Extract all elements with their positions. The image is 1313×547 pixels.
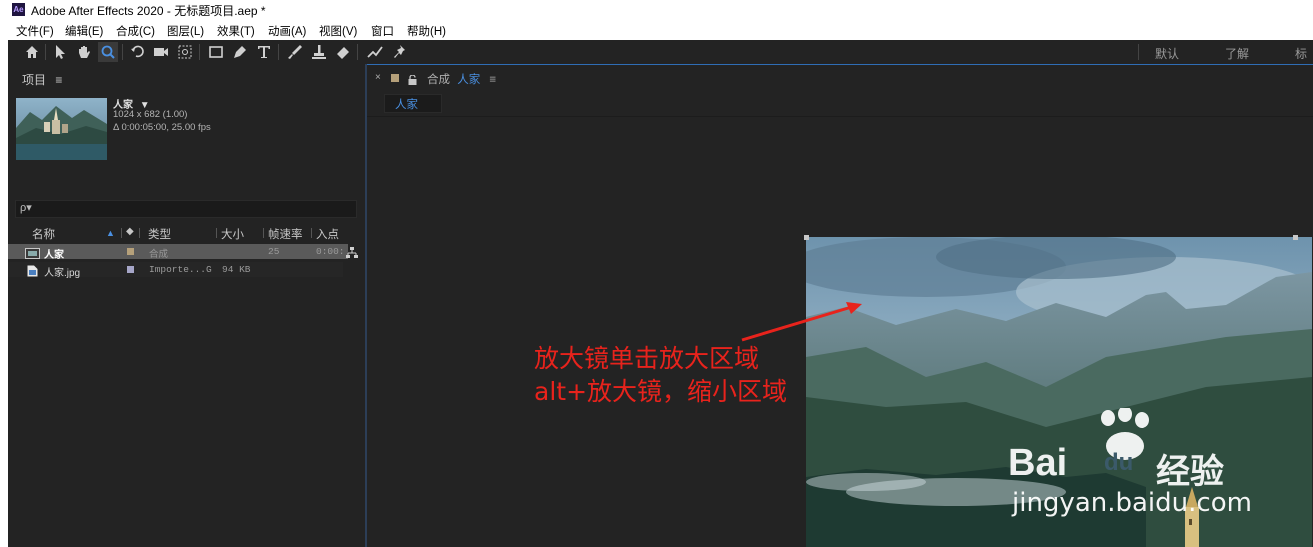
watermark-brand-b: du	[1104, 449, 1134, 476]
watermark-brand-c: 经验	[1156, 452, 1224, 492]
watermark-url: jingyan.baidu.com	[1012, 488, 1252, 518]
annotation-text-zoom-in: 放大镜单击放大区域	[534, 344, 760, 373]
annotation-text-zoom-out: alt+放大镜，缩小区域	[534, 377, 788, 406]
watermark-brand-a: Bai	[1008, 442, 1068, 484]
baidu-jingyan-watermark: Bai du 经验 jingyan.baidu.com	[1008, 408, 1252, 518]
